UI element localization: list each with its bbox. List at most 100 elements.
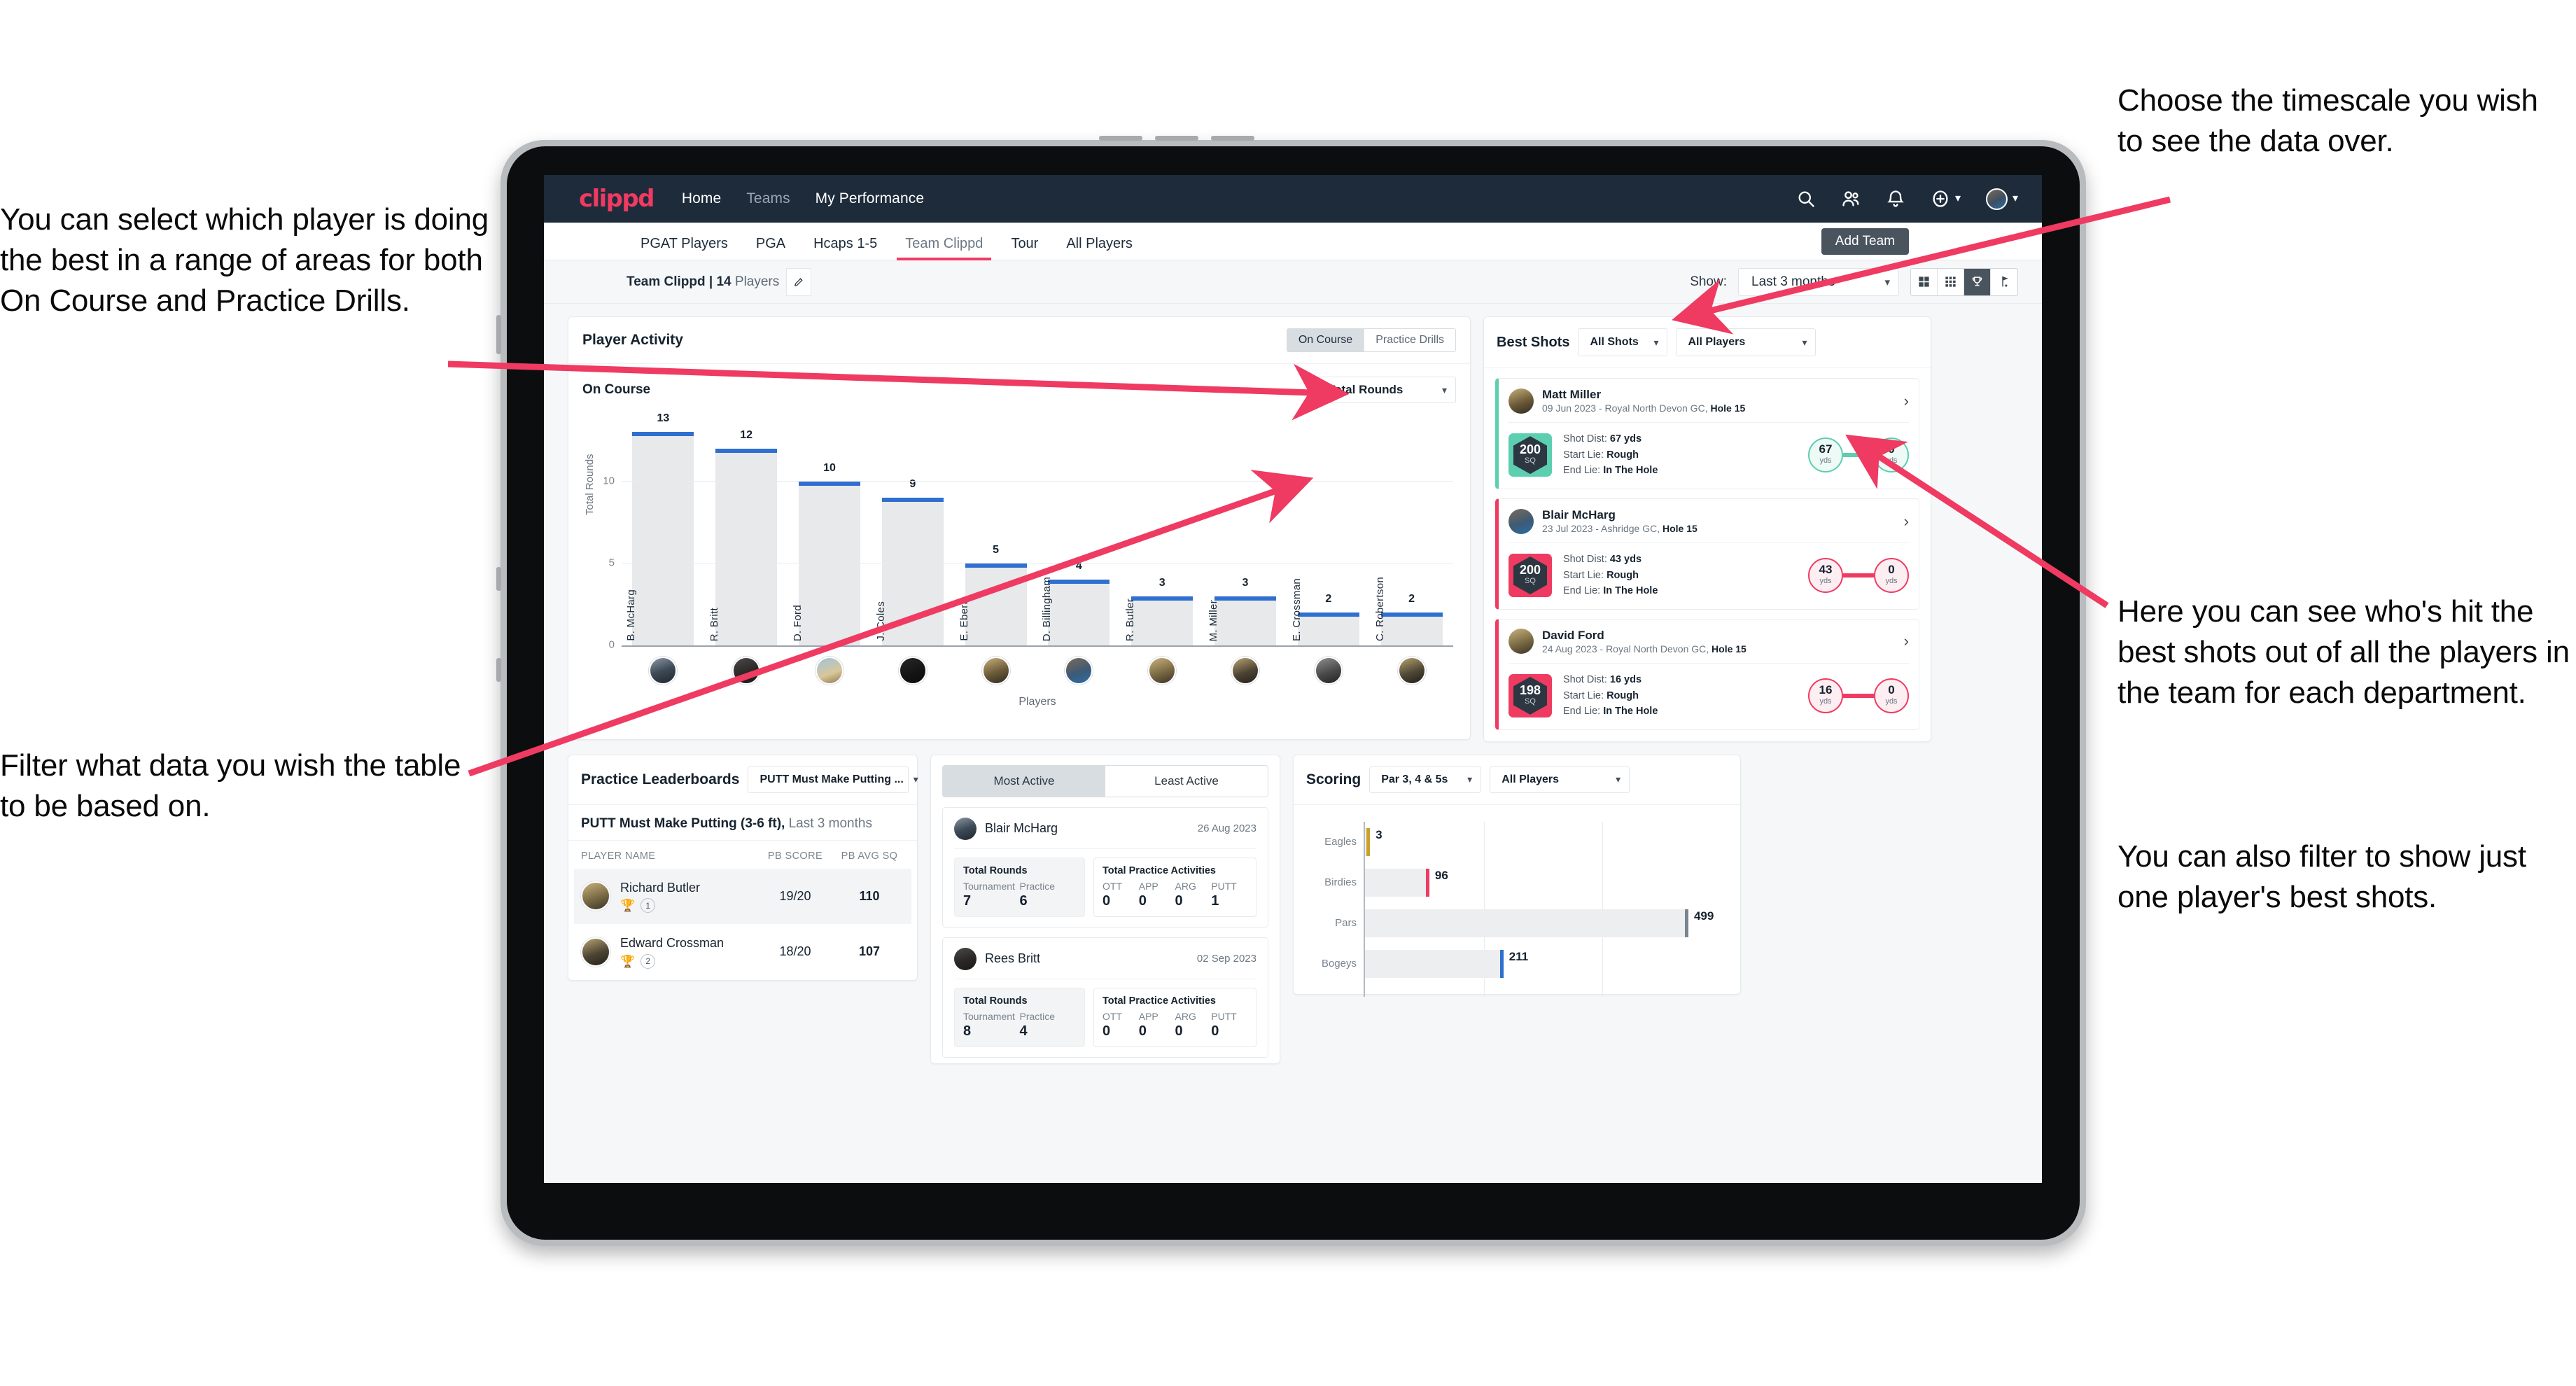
avatar[interactable] (1148, 657, 1177, 685)
chart-bar-column[interactable]: 3 R. Butler (1121, 416, 1204, 645)
chart-bar-column[interactable]: 13 B. McHarg (622, 412, 705, 645)
avatar[interactable] (732, 657, 761, 685)
avatar[interactable] (815, 657, 844, 685)
chart-bar-column[interactable]: 12 R. Britt (705, 416, 788, 645)
clippd-logo[interactable]: clippd (579, 185, 654, 213)
view-grid-small-button[interactable] (1938, 268, 1964, 295)
tab-most-active[interactable]: Most Active (943, 765, 1105, 797)
tab-all-players[interactable]: All Players (1052, 236, 1146, 260)
scoring-par-filter[interactable]: Par 3, 4 & 5s ▾ (1369, 766, 1482, 793)
tab-pga[interactable]: PGA (742, 236, 799, 260)
chart-bar-column[interactable]: 2 E. Crossman (1287, 416, 1370, 645)
table-row[interactable]: Richard Butler 🏆 1 19/20 110 (574, 868, 911, 925)
chart-bar[interactable]: E. Crossman (1291, 578, 1359, 645)
total-practice-values: OTT 0 APP 0 ARG 0 PUTT 0 (1102, 1011, 1247, 1040)
chart-bar[interactable]: E. Ebert (958, 563, 1027, 645)
tab-tour[interactable]: Tour (997, 236, 1052, 260)
chevron-right-icon[interactable]: › (1904, 392, 1909, 410)
avatar[interactable] (954, 817, 976, 840)
chart-bar-column[interactable]: 5 E. Ebert (954, 416, 1037, 645)
scoring-bar-row[interactable]: Birdies 96 (1324, 862, 1725, 903)
chart-bar[interactable]: R. Butler (1124, 596, 1194, 645)
avatar[interactable] (981, 657, 1010, 685)
drill-select[interactable]: PUTT Must Make Putting ... ▾ (748, 766, 918, 793)
chart-bar-column[interactable]: 9 J. Coles (871, 416, 954, 645)
best-shots-player-filter[interactable]: All Players ▾ (1676, 328, 1816, 356)
toggle-on-course[interactable]: On Course (1287, 329, 1365, 351)
tab-hcaps-1-5[interactable]: Hcaps 1-5 (799, 236, 891, 260)
player-badges: 🏆 2 (620, 953, 756, 969)
total-rounds-box: Total Rounds Tournament 7 Practice 6 (954, 857, 1085, 917)
bell-icon[interactable] (1886, 189, 1905, 209)
chart-bar[interactable]: J. Coles (875, 498, 944, 645)
avatar[interactable] (1508, 508, 1534, 534)
search-icon[interactable] (1796, 189, 1816, 209)
scoring-bar[interactable]: 499 (1365, 909, 1714, 937)
tab-team-clippd[interactable]: Team Clippd (891, 236, 997, 260)
user-menu[interactable]: ▾ (1985, 188, 2018, 210)
avatar[interactable] (1397, 657, 1426, 685)
scoring-bar-row[interactable]: Bogeys 211 (1322, 944, 1725, 984)
avatar[interactable] (1314, 657, 1343, 685)
shot-quality-value: 200 (1519, 442, 1541, 457)
view-flag-button[interactable] (1991, 269, 2017, 295)
best-shot-card[interactable]: Matt Miller 09 Jun 2023 - Royal North Dev… (1495, 378, 1919, 489)
chart-bar-label: E. Crossman (1290, 578, 1303, 641)
people-icon[interactable] (1841, 189, 1861, 209)
chart-bar[interactable]: D. Billingham (1041, 577, 1110, 645)
view-trophy-button[interactable] (1964, 268, 1991, 295)
avatar[interactable] (1985, 188, 2008, 210)
best-shots-shot-filter[interactable]: All Shots ▾ (1578, 328, 1668, 356)
avatar[interactable] (581, 937, 610, 967)
nav-link-home[interactable]: Home (682, 190, 721, 207)
chart-bar-column[interactable]: 2 C. Robertson (1370, 416, 1453, 645)
scoring-bar[interactable]: 96 (1365, 868, 1448, 897)
best-shot-player-name: David Ford (1542, 628, 1604, 642)
avatar[interactable] (954, 947, 976, 970)
metric-select[interactable]: Total Rounds ▾ (1316, 377, 1456, 403)
add-menu[interactable]: ▾ (1931, 189, 1961, 209)
scoring-bar-row[interactable]: Pars 499 (1335, 903, 1725, 944)
shot-distance-line: Shot Dist: 16 yds (1563, 674, 1642, 686)
timescale-select[interactable]: Last 3 months ▾ (1738, 267, 1899, 296)
chart-bar[interactable]: M. Miller (1208, 596, 1276, 645)
player-activity-card: Player Activity On Course Practice Drill… (568, 316, 1471, 740)
avatar[interactable] (1508, 629, 1534, 654)
avatar[interactable] (898, 657, 927, 685)
tab-least-active[interactable]: Least Active (1105, 765, 1268, 797)
team-players-word: Players (731, 274, 780, 289)
avatar[interactable] (1508, 388, 1534, 414)
nav-link-teams[interactable]: Teams (746, 190, 790, 207)
activity-card[interactable]: Rees Britt 02 Sep 2023 Total Rounds Tournam… (942, 937, 1268, 1058)
activity-player-name: Blair McHarg (985, 821, 1058, 836)
chart-bar-column[interactable]: 4 D. Billingham (1037, 416, 1121, 645)
table-row[interactable]: Edward Crossman 🏆 2 18/20 107 (574, 924, 911, 980)
chart-bar[interactable]: C. Robertson (1374, 577, 1443, 645)
chart-bar[interactable]: D. Ford (792, 481, 860, 645)
chart-bar-column[interactable]: 3 M. Miller (1204, 416, 1287, 645)
best-shot-card[interactable]: David Ford 24 Aug 2023 - Royal North Devo… (1495, 618, 1919, 730)
avatar[interactable] (581, 881, 610, 911)
activity-card[interactable]: Blair McHarg 26 Aug 2023 Total Rounds Tourn… (942, 806, 1268, 927)
scoring-bar[interactable]: 211 (1365, 949, 1528, 978)
best-shot-card[interactable]: Blair McHarg 23 Jul 2023 - Ashridge GC, H… (1495, 498, 1919, 610)
chart-bar[interactable]: B. McHarg (625, 432, 694, 645)
chart-bar[interactable]: R. Britt (708, 448, 778, 645)
scoring-card: Scoring Par 3, 4 & 5s ▾ All Players ▾ Ea… (1293, 754, 1741, 997)
edit-team-button[interactable] (786, 267, 812, 296)
scoring-bar[interactable]: 3 (1365, 827, 1382, 856)
scoring-bar-row[interactable]: Eagles 3 (1324, 822, 1725, 862)
avatar[interactable] (1065, 657, 1093, 685)
chart-bar-column[interactable]: 10 D. Ford (788, 416, 872, 645)
avatar[interactable] (1231, 657, 1259, 685)
scoring-player-filter[interactable]: All Players ▾ (1490, 766, 1630, 793)
tab-pgat-players[interactable]: PGAT Players (626, 236, 742, 260)
nav-link-my-performance[interactable]: My Performance (816, 190, 924, 207)
view-grid-large-button[interactable] (1911, 268, 1938, 295)
avatar[interactable] (649, 657, 678, 685)
toggle-practice-drills[interactable]: Practice Drills (1364, 329, 1455, 351)
plus-circle-icon[interactable] (1931, 189, 1950, 209)
chevron-right-icon[interactable]: › (1904, 632, 1909, 650)
stat-column: Practice 4 (1020, 1011, 1077, 1040)
chevron-right-icon[interactable]: › (1904, 512, 1909, 531)
